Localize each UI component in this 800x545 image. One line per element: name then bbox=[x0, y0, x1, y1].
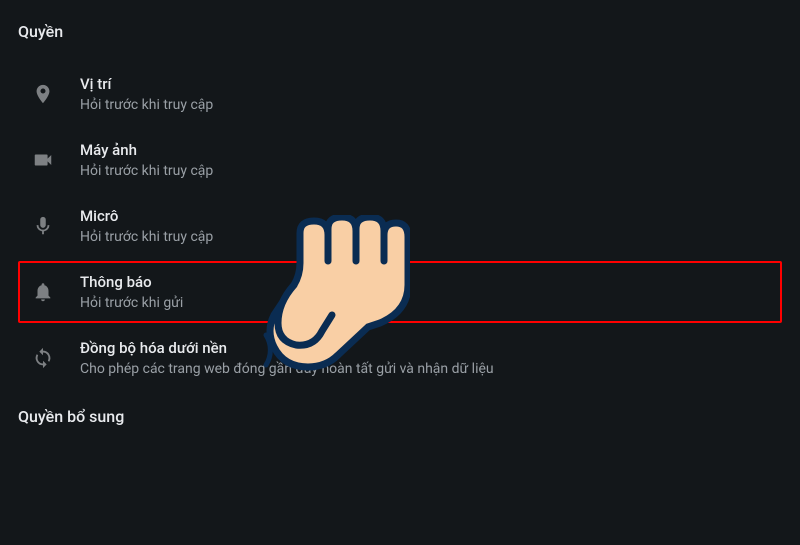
sync-icon bbox=[24, 339, 62, 377]
location-pin-icon bbox=[24, 75, 62, 113]
permission-subtitle: Hỏi trước khi truy cập bbox=[80, 229, 213, 245]
permission-text: Vị trí Hỏi trước khi truy cập bbox=[80, 75, 213, 113]
permission-row-location[interactable]: Vị trí Hỏi trước khi truy cập bbox=[18, 63, 782, 125]
permissions-page: Quyền Vị trí Hỏi trước khi truy cập Máy … bbox=[0, 0, 800, 545]
permission-row-microphone[interactable]: Micrô Hỏi trước khi truy cập bbox=[18, 195, 782, 257]
permission-subtitle: Hỏi trước khi truy cập bbox=[80, 97, 213, 113]
permission-row-camera[interactable]: Máy ảnh Hỏi trước khi truy cập bbox=[18, 129, 782, 191]
section-header-additional-permissions: Quyền bổ sung bbox=[18, 407, 782, 426]
microphone-icon bbox=[24, 207, 62, 245]
permission-subtitle: Cho phép các trang web đóng gần đây hoàn… bbox=[80, 361, 494, 377]
permission-title: Máy ảnh bbox=[80, 141, 213, 159]
permission-row-background-sync[interactable]: Đồng bộ hóa dưới nền Cho phép các trang … bbox=[18, 327, 782, 389]
permission-text: Thông báo Hỏi trước khi gửi bbox=[80, 273, 183, 311]
permission-row-notifications[interactable]: Thông báo Hỏi trước khi gửi bbox=[18, 261, 782, 323]
permission-text: Máy ảnh Hỏi trước khi truy cập bbox=[80, 141, 213, 179]
permission-title: Đồng bộ hóa dưới nền bbox=[80, 339, 494, 357]
section-header-permissions: Quyền bbox=[18, 22, 782, 41]
bell-icon bbox=[24, 273, 62, 311]
permission-title: Vị trí bbox=[80, 75, 213, 93]
permission-text: Micrô Hỏi trước khi truy cập bbox=[80, 207, 213, 245]
permission-subtitle: Hỏi trước khi truy cập bbox=[80, 163, 213, 179]
permission-text: Đồng bộ hóa dưới nền Cho phép các trang … bbox=[80, 339, 494, 377]
permission-title: Micrô bbox=[80, 207, 213, 225]
camera-icon bbox=[24, 141, 62, 179]
permission-title: Thông báo bbox=[80, 273, 183, 291]
permission-subtitle: Hỏi trước khi gửi bbox=[80, 295, 183, 311]
